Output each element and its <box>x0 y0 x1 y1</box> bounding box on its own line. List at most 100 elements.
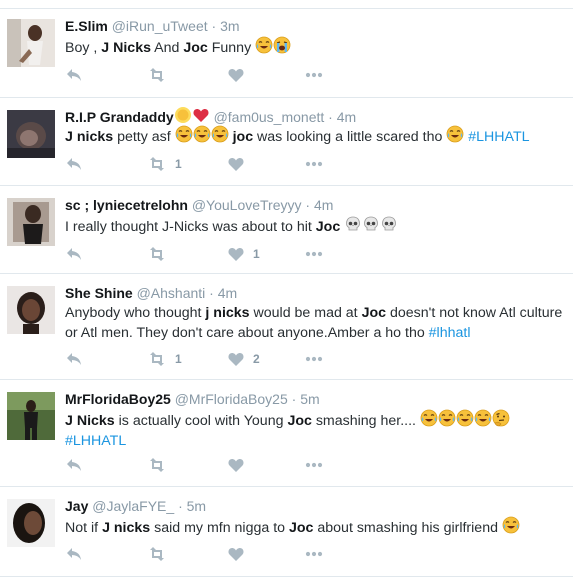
heart-icon <box>228 459 244 472</box>
display-name[interactable]: E.Slim <box>65 18 108 34</box>
tweet-text: Boy , J Nicks And Joc Funny <box>65 36 565 58</box>
username[interactable]: @fam0us_monett <box>214 109 325 125</box>
tweet-actions: 1 <box>65 244 335 264</box>
retweet-icon <box>150 247 164 261</box>
timestamp[interactable]: 4m <box>218 285 237 301</box>
more-dots-icon <box>305 462 323 468</box>
tweet-actions <box>65 65 335 85</box>
more-dots-icon <box>305 72 323 78</box>
tweet-text: I really thought J-Nicks was about to hi… <box>65 215 565 237</box>
hashtag-link[interactable]: #LHHATL <box>65 433 126 449</box>
separator-dot: · <box>211 18 217 34</box>
retweet-button[interactable]: 1 <box>147 154 182 174</box>
more-options-button[interactable] <box>305 65 323 85</box>
reply-icon <box>67 158 81 170</box>
display-name[interactable]: Jay <box>65 498 88 514</box>
reply-button[interactable] <box>65 65 83 85</box>
reply-button[interactable] <box>65 455 83 475</box>
retweet-button[interactable] <box>147 65 175 85</box>
tweet-card[interactable]: MrFloridaBoy25 @MrFloridaBoy25 · 5m J Ni… <box>0 380 573 487</box>
reply-icon <box>67 548 81 560</box>
timestamp[interactable]: 5m <box>300 391 319 407</box>
separator-dot: · <box>291 391 297 407</box>
display-name[interactable]: sc ; lyniecetrelohn <box>65 197 188 213</box>
heart-icon <box>228 248 244 261</box>
avatar[interactable] <box>7 392 55 440</box>
like-button[interactable]: 1 <box>227 244 260 264</box>
username[interactable]: @YouLoveTreyyy <box>192 197 302 213</box>
reply-icon <box>67 69 81 81</box>
username[interactable]: @iRun_uTweet <box>112 18 208 34</box>
username[interactable]: @JaylaFYE_ <box>92 498 174 514</box>
tweet-card[interactable]: E.Slim @iRun_uTweet · 3m Boy , J Nicks A… <box>0 9 573 98</box>
tweet-header: E.Slim @iRun_uTweet · 3m <box>65 17 240 35</box>
tweet-card[interactable]: R.I.P Grandaddy @fam0us_monett · 4m J ni… <box>0 98 573 186</box>
timestamp[interactable]: 4m <box>337 109 356 125</box>
skull-emoji-icon <box>346 216 361 231</box>
retweet-button[interactable]: 1 <box>147 349 182 369</box>
display-name[interactable]: R.I.P Grandaddy <box>65 109 174 125</box>
more-dots-icon <box>305 551 323 557</box>
retweet-icon <box>150 547 164 561</box>
separator-dot: · <box>209 285 214 301</box>
tears-of-joy-emoji-icon <box>456 409 474 427</box>
like-button[interactable]: 2 <box>227 349 260 369</box>
reply-button[interactable] <box>65 154 83 174</box>
avatar[interactable] <box>7 19 55 67</box>
tears-of-joy-emoji-icon <box>446 125 464 143</box>
display-name[interactable]: MrFloridaBoy25 <box>65 391 171 407</box>
tweet-text: J nicks petty asf joc was looking a litt… <box>65 125 565 147</box>
tweet-card[interactable]: sc ; lyniecetrelohn @YouLoveTreyyy · 4m … <box>0 186 573 274</box>
retweet-icon <box>150 352 164 366</box>
like-button[interactable] <box>227 455 253 475</box>
retweet-button[interactable] <box>147 244 175 264</box>
retweet-button[interactable] <box>147 544 175 564</box>
sun-face-emoji-icon <box>174 107 191 123</box>
username[interactable]: @MrFloridaBoy25 <box>175 391 288 407</box>
tweet-card[interactable]: She Shine @Ahshanti · 4m Anybody who tho… <box>0 274 573 380</box>
more-options-button[interactable] <box>305 244 323 264</box>
red-heart-emoji-icon <box>193 109 209 122</box>
reply-button[interactable] <box>65 244 83 264</box>
tears-of-joy-emoji-icon <box>474 409 492 427</box>
avatar[interactable] <box>7 499 55 547</box>
more-dots-icon <box>305 161 323 167</box>
tears-of-joy-emoji-icon <box>175 125 193 143</box>
tweet-header: sc ; lyniecetrelohn @YouLoveTreyyy · 4m <box>65 196 333 214</box>
more-options-button[interactable] <box>305 349 323 369</box>
more-options-button[interactable] <box>305 544 323 564</box>
heart-icon <box>228 548 244 561</box>
hashtag-link[interactable]: #LHHATL <box>468 129 529 145</box>
tweet-text: Anybody who thought j nicks would be mad… <box>65 305 563 341</box>
timestamp[interactable]: 4m <box>314 197 333 213</box>
tweet-actions: 1 <box>65 154 335 174</box>
tweet-actions: 1 2 <box>65 349 335 369</box>
timestamp[interactable]: 5m <box>187 498 206 514</box>
display-name[interactable]: She Shine <box>65 285 133 301</box>
hashtag-link[interactable]: #lhhatl <box>429 325 471 341</box>
tears-of-joy-emoji-icon <box>420 409 438 427</box>
avatar[interactable] <box>7 198 55 246</box>
more-options-button[interactable] <box>305 154 323 174</box>
like-button[interactable] <box>227 154 253 174</box>
timestamp[interactable]: 3m <box>220 18 239 34</box>
avatar[interactable] <box>7 110 55 158</box>
retweet-icon <box>150 458 164 472</box>
separator-dot: · <box>178 498 183 514</box>
username[interactable]: @Ahshanti <box>137 285 206 301</box>
tears-of-joy-emoji-icon <box>438 409 456 427</box>
tears-of-joy-emoji-icon <box>193 125 211 143</box>
tweet-card[interactable]: Jay @JaylaFYE_ · 5m Not if J nicks said … <box>0 487 573 577</box>
more-dots-icon <box>305 356 323 362</box>
more-options-button[interactable] <box>305 455 323 475</box>
tweet-header: R.I.P Grandaddy @fam0us_monett · 4m <box>65 106 356 126</box>
reply-button[interactable] <box>65 544 83 564</box>
like-button[interactable] <box>227 65 253 85</box>
skull-emoji-icon <box>382 216 397 231</box>
reply-button[interactable] <box>65 349 83 369</box>
like-button[interactable] <box>227 544 253 564</box>
avatar[interactable] <box>7 286 55 334</box>
tweet-actions <box>65 455 335 475</box>
more-dots-icon <box>305 251 323 257</box>
retweet-button[interactable] <box>147 455 175 475</box>
